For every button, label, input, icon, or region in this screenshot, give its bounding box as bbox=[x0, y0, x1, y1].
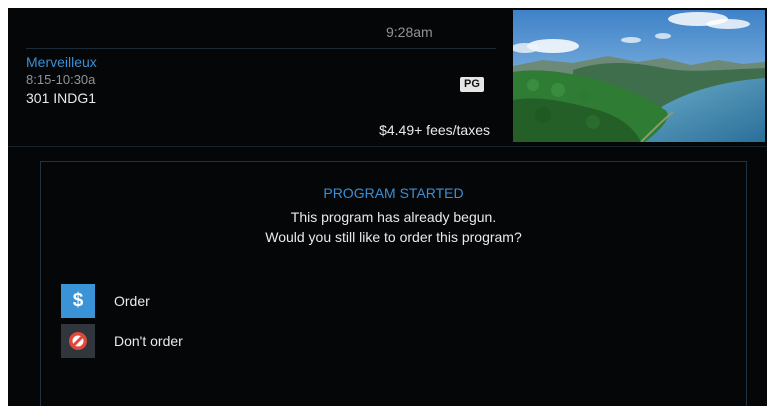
header-separator bbox=[8, 146, 767, 147]
program-channel: 301 INDG1 bbox=[26, 90, 97, 106]
program-time: 8:15-10:30a bbox=[26, 72, 96, 87]
program-title: Merveilleux bbox=[26, 54, 97, 70]
tv-screen: 9:28am Merveilleux 8:15-10:30a 301 INDG1… bbox=[8, 8, 767, 406]
program-info-panel: 9:28am Merveilleux 8:15-10:30a 301 INDG1… bbox=[8, 8, 512, 144]
order-button[interactable]: $ Order bbox=[61, 284, 150, 318]
dollar-icon: $ bbox=[61, 284, 95, 318]
dont-order-label: Don't order bbox=[114, 333, 183, 349]
dialog-message-line-2: Would you still like to order this progr… bbox=[265, 229, 522, 245]
landscape-preview-image bbox=[513, 10, 765, 142]
clock: 9:28am bbox=[386, 24, 433, 40]
rating-badge: PG bbox=[460, 77, 484, 92]
video-preview bbox=[513, 10, 765, 142]
prohibited-icon bbox=[61, 324, 95, 358]
header-divider bbox=[26, 48, 496, 49]
dont-order-button[interactable]: Don't order bbox=[61, 324, 183, 358]
program-started-dialog: PROGRAM STARTED This program has already… bbox=[40, 161, 747, 406]
dialog-title: PROGRAM STARTED bbox=[323, 185, 464, 201]
dialog-message-line-1: This program has already begun. bbox=[290, 209, 497, 225]
order-label: Order bbox=[114, 293, 150, 309]
prohibited-glyph bbox=[69, 332, 87, 350]
program-price: $4.49+ fees/taxes bbox=[379, 122, 490, 138]
